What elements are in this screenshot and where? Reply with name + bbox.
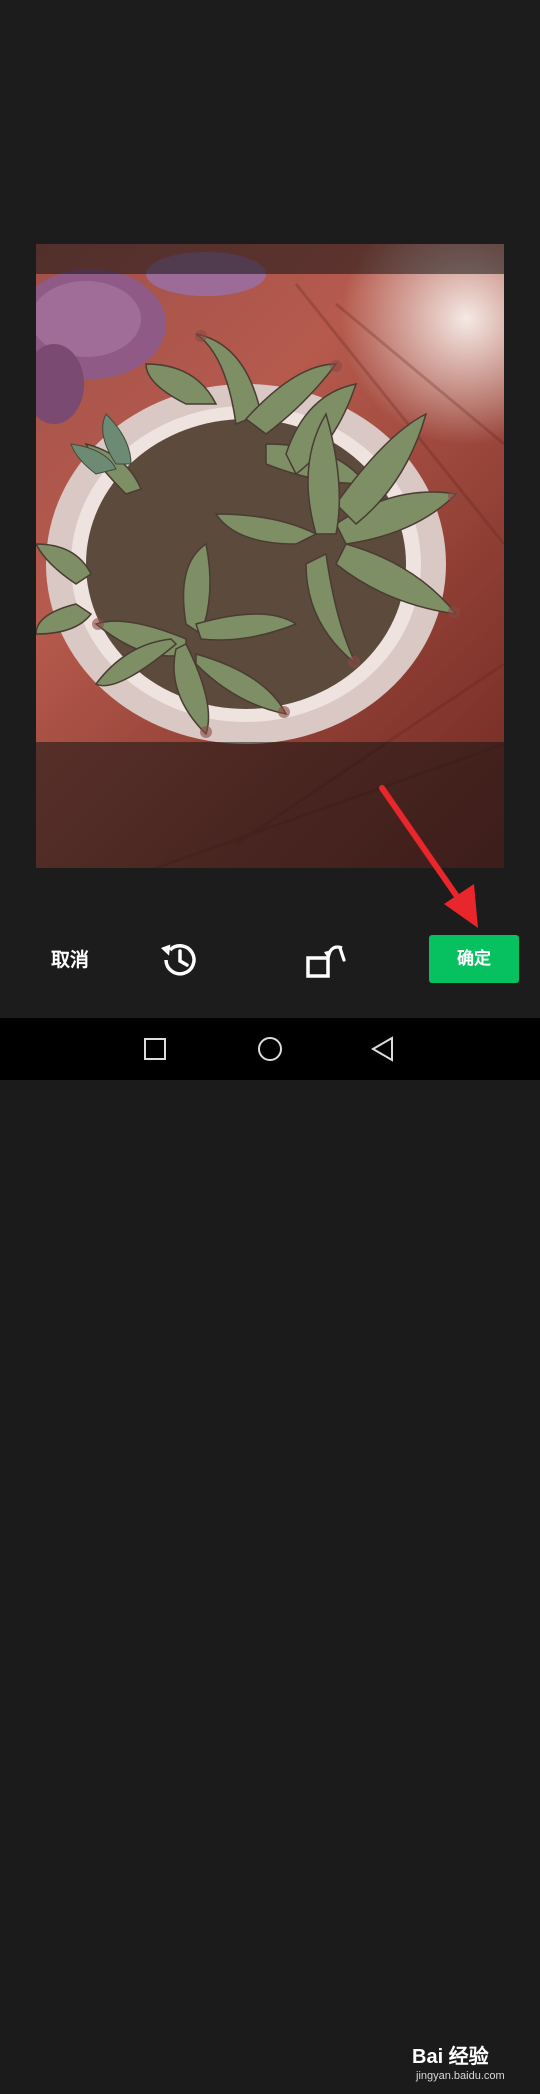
watermark-url: jingyan.baidu.com xyxy=(416,2070,505,2082)
watermark-logo: Bai 经验 xyxy=(412,2046,489,2068)
square-recent-icon[interactable] xyxy=(140,1034,170,1064)
image-crop-screen: 取消 确定 xyxy=(0,0,540,1018)
photo-crop-area[interactable] xyxy=(36,244,504,868)
baidu-jingyan-watermark: Bai 经验 jingyan.baidu.com xyxy=(410,2038,536,2094)
confirm-button[interactable]: 确定 xyxy=(429,935,519,983)
circle-home-icon[interactable] xyxy=(255,1034,285,1064)
triangle-back-icon[interactable] xyxy=(368,1034,398,1064)
android-nav-bar: Bai 经验 jingyan.baidu.com xyxy=(0,1018,540,2082)
cancel-button[interactable]: 取消 xyxy=(38,940,102,980)
crop-frame[interactable] xyxy=(36,274,504,742)
annotation-arrow-icon xyxy=(379,785,478,928)
crop-mask-top xyxy=(36,244,504,274)
bottom-toolbar: 取消 确定 xyxy=(0,924,540,996)
history-icon[interactable] xyxy=(158,938,202,982)
rotate-icon[interactable] xyxy=(302,936,350,984)
